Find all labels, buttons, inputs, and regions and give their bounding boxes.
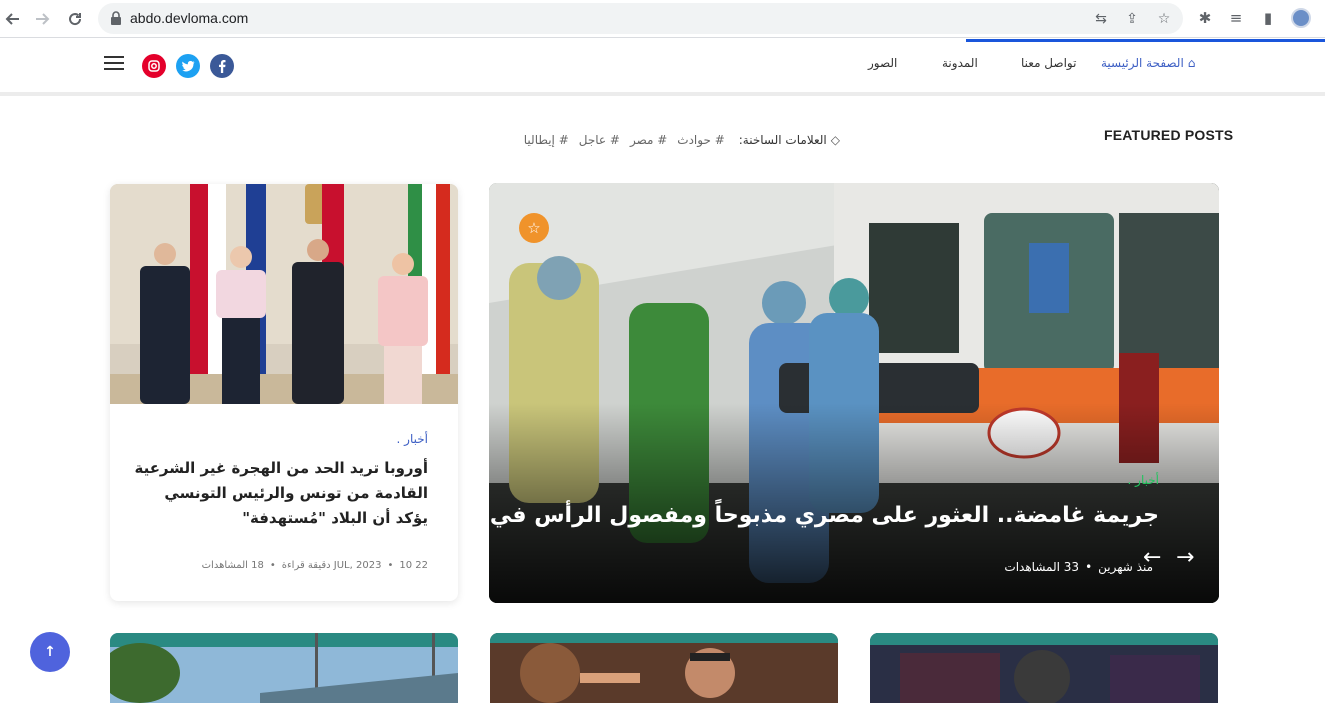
lock-icon	[111, 11, 121, 25]
hot-tags-label: العلامات الساخنة:	[738, 133, 827, 147]
nav-contact-label: تواصل معنا	[1021, 56, 1077, 70]
nav-contact[interactable]: تواصل معنا	[1021, 56, 1076, 70]
browser-toolbar: abdo.devloma.com ⇆ ⇪ ☆ ✱ ≡ ▮	[0, 0, 1325, 38]
share-icon[interactable]: ⇪	[1124, 11, 1140, 27]
hero-meta: منذ شهرين•33 المشاهدات	[1004, 560, 1153, 574]
bookmark-star-icon[interactable]: ☆	[1156, 11, 1172, 27]
featured-hero-post[interactable]: ☆ أخبار . جريمة غامضة.. العثور على مصري …	[489, 183, 1219, 603]
post-card-date: 22 JUL, 2023	[333, 560, 428, 571]
tag-link[interactable]: # حوادث	[677, 133, 724, 147]
hero-views: 33 المشاهدات	[1004, 560, 1080, 574]
featured-posts-heading: FEATURED POSTS	[1104, 127, 1234, 143]
tag-link[interactable]: # مصر	[630, 133, 667, 147]
hot-tags-row: ◇العلامات الساخنة: # حوادث # مصر # عاجل # إي…	[524, 133, 840, 147]
home-icon: ⌂	[1187, 56, 1196, 70]
slider-prev-arrow-icon[interactable]: ←	[1143, 545, 1161, 570]
nav-blog[interactable]: المدونة	[942, 56, 978, 70]
side-panel-icon[interactable]: ▮	[1259, 9, 1277, 27]
post-card-views: 18 المشاهدات	[201, 560, 264, 571]
tag-icon: ◇	[830, 133, 840, 147]
slider-next-arrow-icon[interactable]: →	[1176, 545, 1194, 570]
nav-photos-label: الصور	[868, 56, 898, 70]
hero-title[interactable]: جريمة غامضة.. العثور على مصري مذبوحاً وم…	[489, 503, 1159, 528]
post-card-thumbnail[interactable]	[870, 633, 1218, 703]
translate-icon[interactable]: ⇆	[1093, 11, 1109, 27]
url-text: abdo.devloma.com	[130, 10, 249, 26]
post-card-thumbnail-image	[110, 633, 458, 703]
hamburger-menu-icon[interactable]	[104, 56, 124, 70]
tag-link[interactable]: # إيطاليا	[524, 133, 569, 147]
twitter-icon[interactable]	[176, 54, 200, 78]
hero-category[interactable]: أخبار .	[1128, 473, 1159, 487]
arrow-up-icon: ↑	[44, 644, 56, 660]
nav-blog-label: المدونة	[942, 56, 978, 70]
nav-home-label: الصفحة الرئيسية	[1101, 56, 1184, 70]
post-card-thumbnail[interactable]	[490, 633, 838, 703]
post-card-thumbnail[interactable]	[110, 633, 458, 703]
facebook-icon[interactable]	[210, 54, 234, 78]
post-card-meta: 22 JUL, 2023•10 دقيقة قراءة•18 المشاهدات	[201, 560, 428, 571]
reload-icon[interactable]	[62, 6, 88, 32]
featured-star-icon: ☆	[519, 213, 549, 243]
media-icon[interactable]: ≡	[1227, 9, 1245, 27]
extensions-icon[interactable]: ✱	[1196, 9, 1214, 27]
profile-avatar[interactable]	[1291, 8, 1311, 28]
post-card-thumbnail-image	[870, 633, 1218, 703]
post-card-category[interactable]: أخبار .	[397, 432, 428, 446]
nav-photos[interactable]: الصور	[868, 56, 897, 70]
post-card[interactable]: أخبار . أوروبا تريد الحد من الهجرة غير ا…	[110, 184, 458, 601]
post-card-title[interactable]: أوروبا تريد الحد من الهجرة غير الشرعية ا…	[128, 456, 428, 531]
post-card-image	[110, 184, 458, 404]
tag-link[interactable]: # عاجل	[579, 133, 620, 147]
nav-home[interactable]: ⌂الصفحة الرئيسية	[1101, 56, 1195, 70]
scroll-to-top-button[interactable]: ↑	[30, 632, 70, 672]
header-accent-bar	[966, 39, 1325, 42]
back-icon[interactable]	[0, 6, 26, 32]
address-bar[interactable]: abdo.devloma.com ⇆ ⇪ ☆	[98, 3, 1183, 34]
instagram-icon[interactable]	[142, 54, 166, 78]
post-card-thumbnail-image	[490, 633, 838, 703]
forward-icon[interactable]	[29, 6, 55, 32]
